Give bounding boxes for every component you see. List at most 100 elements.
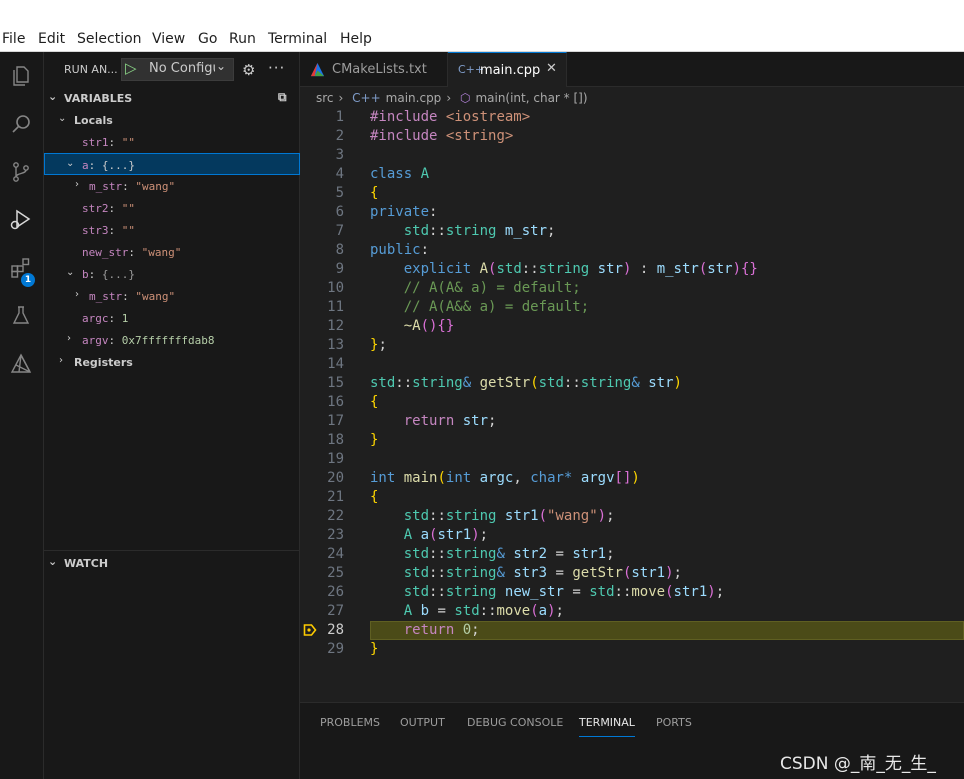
bottom-panel: PROBLEMS OUTPUT DEBUG CONSOLE TERMINAL P… [300,702,964,779]
code-line: 19 [327,451,344,467]
code-line: 26 std::string new_str = std::move(str1)… [327,584,725,600]
run-toolbar: RUN AN... ▷ No Configu ⌄ ⚙ ··· [44,52,300,87]
code-line: 11 // A(A&& a) = default; [327,299,590,315]
tab-bar: CMakeLists.txt C++ main.cpp ✕ [300,52,964,87]
code-line: 9 explicit A(std::string str) : m_str(st… [335,261,758,277]
chevron-right-icon: › [338,91,344,105]
code-line: 17 return str; [327,413,497,429]
more-icon[interactable]: ··· [268,59,285,77]
chevron-down-icon[interactable]: ⌄ [66,267,74,278]
activity-bar: 1 [0,52,44,779]
tab-output[interactable]: OUTPUT [400,716,445,729]
run-debug-sidebar: RUN AN... ▷ No Configu ⌄ ⚙ ··· ⌄ VARIABL… [44,52,300,779]
variable-row[interactable]: str2: "" [44,197,300,219]
extensions-icon[interactable] [8,255,34,281]
code-line: 10 // A(A& a) = default; [327,280,581,296]
chevron-down-icon: ⌄ [48,555,58,568]
code-editor[interactable]: 1 #include <iostream> 2 #include <string> … [300,108,964,678]
close-icon[interactable]: ✕ [546,61,557,76]
code-line: 8 public: [335,242,430,258]
gear-icon[interactable]: ⚙ [242,61,255,79]
chevron-down-icon: ⌄ [48,90,58,103]
code-line: 2 #include <string> [335,128,514,144]
editor-group: CMakeLists.txt C++ main.cpp ✕ src › C++ ma… [300,52,964,702]
cmake-icon[interactable] [8,351,34,377]
launch-config-label: No Configu [149,61,215,76]
tab-terminal[interactable]: TERMINAL [579,716,635,729]
chevron-down-icon[interactable]: ⌄ [66,158,74,169]
title-bar [0,0,964,27]
explorer-icon[interactable] [8,63,34,89]
cmake-file-icon [310,62,325,77]
code-line: 24 std::string& str2 = str1; [327,546,615,562]
code-line: 1 #include <iostream> [335,109,531,125]
code-line: 23 A a(str1); [327,527,489,543]
variable-row-selected[interactable]: ⌄ a: {...} [44,153,300,175]
code-line: 18} [327,432,379,448]
breadcrumb: src › C++ main.cpp › ⬡ main(int, char * []) [316,91,593,105]
menu-go[interactable]: Go [198,31,217,47]
menu-selection[interactable]: Selection [77,31,142,47]
collapse-all-icon[interactable]: ⧉ [278,90,287,105]
code-line: 3 [335,147,344,163]
tab-debug-console[interactable]: DEBUG CONSOLE [467,716,563,729]
chevron-right-icon[interactable]: › [75,179,79,190]
menu-run[interactable]: Run [229,31,256,47]
menu-file[interactable]: File [2,31,25,47]
code-line: 14 [327,356,344,372]
variable-row[interactable]: str1: "" [44,131,300,153]
code-line: 20 int main(int argc, char* argv[]) [327,470,640,486]
code-line: 13}; [327,337,387,353]
run-title: RUN AN... [64,63,118,76]
code-line: 27 A b = std::move(a); [327,603,564,619]
run-debug-icon[interactable] [8,207,34,233]
menu-terminal[interactable]: Terminal [268,31,327,47]
code-line: 7 std::string m_str; [335,223,556,239]
variable-row[interactable]: › argv: 0x7fffffffdab8 [44,329,300,351]
variables-header[interactable]: ⌄ VARIABLES ⧉ [44,87,300,109]
menu-edit[interactable]: Edit [38,31,65,47]
section-divider [44,550,300,551]
variable-row[interactable]: › m_str: "wang" [44,285,300,307]
code-line: 21{ [327,489,379,505]
code-line: 4 class A [335,166,430,182]
menu-view[interactable]: View [152,31,185,47]
code-line: 16{ [327,394,379,410]
code-line: 15 std::string& getStr(std::string& str) [327,375,682,391]
chevron-right-icon[interactable]: › [67,333,71,344]
active-tab-indicator [579,736,635,737]
registers-scope[interactable]: › Registers [44,351,300,373]
variable-row[interactable]: ⌄ b: {...} [44,263,300,285]
chevron-right-icon[interactable]: › [75,289,79,300]
menu-help[interactable]: Help [340,31,372,47]
search-icon[interactable] [8,111,34,137]
tab-cmakelists[interactable]: CMakeLists.txt [300,52,448,87]
code-line: 5{ [335,185,379,201]
code-line: 12 ~A(){} [327,318,455,334]
variable-row[interactable]: argc: 1 [44,307,300,329]
method-icon: ⬡ [459,91,471,105]
chevron-right-icon: › [59,355,63,366]
breadcrumb-symbol[interactable]: main(int, char * []) [475,91,587,105]
chevron-down-icon: ⌄ [58,113,67,124]
tab-problems[interactable]: PROBLEMS [320,716,380,729]
current-line: 28 return 0; [300,621,964,640]
breadcrumb-folder[interactable]: src [316,91,334,105]
tab-main-cpp[interactable]: C++ main.cpp ✕ [448,52,567,87]
watch-header[interactable]: ⌄ WATCH [44,552,300,574]
code-line: 29} [327,641,379,657]
variable-row[interactable]: new_str: "wang" [44,241,300,263]
locals-scope[interactable]: ⌄ Locals [44,109,300,131]
breadcrumb-file[interactable]: main.cpp [386,91,442,105]
testing-icon[interactable] [8,303,34,329]
source-control-icon[interactable] [8,159,34,185]
variable-row[interactable]: › m_str: "wang" [44,175,300,197]
variable-row[interactable]: str3: "" [44,219,300,241]
tab-ports[interactable]: PORTS [656,716,692,729]
play-icon[interactable]: ▷ [125,59,137,77]
chevron-down-icon[interactable]: ⌄ [216,59,226,73]
code-line: 22 std::string str1("wang"); [327,508,615,524]
watermark: CSDN @_南_无_生_ [780,754,936,774]
chevron-right-icon: › [446,91,452,105]
code-line: 6 private: [335,204,438,220]
